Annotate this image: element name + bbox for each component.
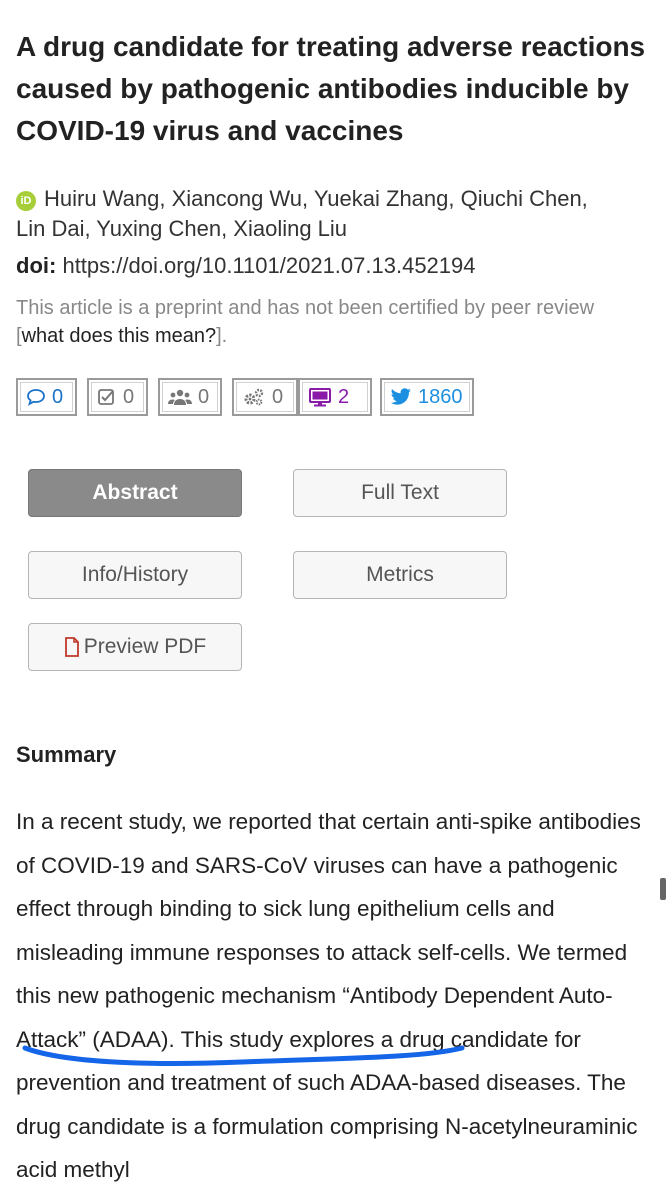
tab-info-history[interactable]: Info/History <box>28 551 242 599</box>
summary-paragraph: In a recent study, we reported that cert… <box>16 800 646 1192</box>
preprint-notice: This article is a preprint and has not b… <box>16 294 660 350</box>
gears-icon <box>244 388 264 406</box>
twitter-metric[interactable]: 1860 <box>380 378 474 416</box>
scrollbar-thumb[interactable] <box>660 878 666 900</box>
notice-text: This article is a preprint and has not b… <box>16 297 595 319</box>
article-title: A drug candidate for treating adverse re… <box>16 31 646 146</box>
preview-pdf-button[interactable]: Preview PDF <box>28 623 242 671</box>
author-list: iD Huiru Wang, Xiancong Wu, Yuekai Zhang,… <box>16 184 656 244</box>
orcid-icon[interactable]: iD <box>16 191 36 211</box>
notice-bracket-close: ]. <box>216 325 228 347</box>
tab-metrics[interactable]: Metrics <box>293 551 507 599</box>
tools-count: 0 <box>272 385 284 408</box>
reviews-count: 0 <box>123 385 135 408</box>
twitter-count: 1860 <box>418 385 463 408</box>
comment-icon <box>27 389 45 406</box>
comments-metric[interactable]: 0 <box>16 378 77 416</box>
twitter-icon <box>390 388 411 405</box>
tab-abstract[interactable]: Abstract <box>28 469 242 517</box>
tools-metric[interactable]: 0 <box>232 378 298 416</box>
media-metric[interactable]: 2 <box>298 378 372 416</box>
handdrawn-underline <box>22 1045 465 1066</box>
authors-line-2[interactable]: Lin Dai, Yuxing Chen, Xiaoling Liu <box>16 216 347 241</box>
doi-line: doi: https://doi.org/10.1101/2021.07.13.… <box>16 252 476 280</box>
preview-pdf-label: Preview PDF <box>83 635 207 658</box>
community-metric[interactable]: 0 <box>158 378 222 416</box>
doi-link[interactable]: https://doi.org/10.1101/2021.07.13.45219… <box>62 253 475 278</box>
doi-label: doi: <box>16 253 57 278</box>
community-count: 0 <box>198 385 210 408</box>
tab-full-text[interactable]: Full Text <box>293 469 507 517</box>
summary-heading: Summary <box>16 742 117 767</box>
checkbox-icon <box>98 389 114 405</box>
monitor-icon <box>309 388 331 407</box>
authors-line-1[interactable]: Huiru Wang, Xiancong Wu, Yuekai Zhang, Q… <box>44 186 588 211</box>
group-icon <box>168 389 192 405</box>
comments-count: 0 <box>52 385 64 408</box>
what-does-this-mean-link[interactable]: what does this mean? <box>22 325 217 347</box>
reviews-metric[interactable]: 0 <box>87 378 148 416</box>
summary-text-before: In a recent study, we reported that cert… <box>16 809 641 1008</box>
pdf-file-icon <box>64 637 79 657</box>
media-count: 2 <box>338 385 350 408</box>
